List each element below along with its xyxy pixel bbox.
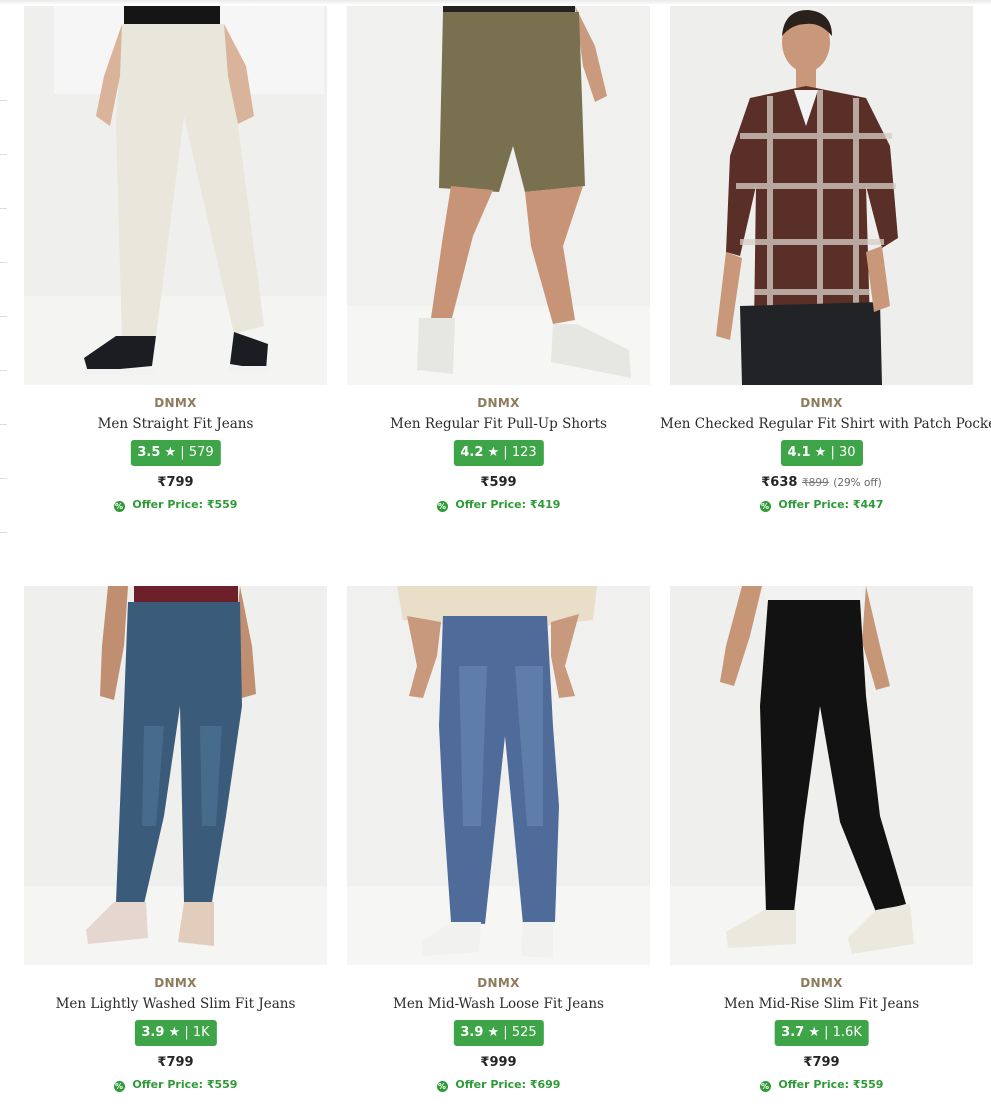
rating-badge: 3.5 ★ | 579: [130, 440, 221, 466]
star-icon: ★: [168, 1025, 181, 1040]
product-image[interactable]: [347, 586, 650, 965]
brand-name[interactable]: DNMX: [347, 396, 650, 410]
price: ₹999: [347, 1055, 650, 1070]
product-title[interactable]: Men Mid-Rise Slim Fit Jeans: [660, 996, 983, 1012]
rating-value: 3.5: [137, 445, 161, 460]
rating-count: 1.6K: [832, 1025, 862, 1040]
selling-price: ₹799: [157, 1055, 194, 1070]
product-card[interactable]: DNMX Men Lightly Washed Slim Fit Jeans 3…: [24, 586, 327, 1106]
product-image[interactable]: [347, 6, 650, 385]
price: ₹799: [24, 1055, 327, 1070]
price: ₹799: [24, 475, 327, 490]
offer-tag-icon: %: [113, 501, 125, 512]
rating-count: 525: [511, 1025, 537, 1040]
rating-count: 1K: [192, 1025, 210, 1040]
product-image[interactable]: [24, 586, 327, 965]
offer-label: Offer Price:: [455, 1078, 526, 1091]
rating-separator: |: [503, 445, 508, 460]
product-card[interactable]: DNMX Men Straight Fit Jeans 3.5 ★ | 579 …: [24, 6, 327, 526]
price: ₹638 ₹899 (29% off): [670, 475, 973, 490]
offer-value: ₹559: [206, 1078, 238, 1091]
offer-price: % Offer Price: ₹559: [24, 1078, 327, 1092]
brand-name[interactable]: DNMX: [347, 976, 650, 990]
product-title[interactable]: Men Lightly Washed Slim Fit Jeans: [14, 996, 337, 1012]
rating-badge: 3.9 ★ | 1K: [134, 1020, 217, 1046]
offer-price: % Offer Price: ₹559: [670, 1078, 973, 1092]
price: ₹799: [670, 1055, 973, 1070]
product-image[interactable]: [670, 6, 973, 385]
product-title[interactable]: Men Regular Fit Pull-Up Shorts: [337, 416, 660, 432]
product-card[interactable]: DNMX Men Mid-Wash Loose Fit Jeans 3.9 ★ …: [347, 586, 650, 1106]
brand-name[interactable]: DNMX: [24, 976, 327, 990]
rating-badge: 3.9 ★ | 525: [453, 1020, 544, 1046]
star-icon: ★: [164, 445, 177, 460]
product-title[interactable]: Men Straight Fit Jeans: [14, 416, 337, 432]
offer-tag-icon: %: [759, 1081, 771, 1092]
rating-separator: |: [830, 445, 835, 460]
discount-percent: (29% off): [833, 477, 882, 489]
rating-separator: |: [184, 1025, 189, 1040]
brand-name[interactable]: DNMX: [670, 976, 973, 990]
rating-value: 3.9: [141, 1025, 165, 1040]
top-divider: [0, 0, 991, 5]
selling-price: ₹799: [803, 1055, 840, 1070]
offer-tag-icon: %: [436, 501, 448, 512]
offer-value: ₹559: [852, 1078, 884, 1091]
product-card[interactable]: DNMX Men Checked Regular Fit Shirt with …: [660, 6, 991, 526]
offer-price: % Offer Price: ₹699: [347, 1078, 650, 1092]
price: ₹599: [347, 475, 650, 490]
offer-value: ₹447: [852, 498, 884, 511]
brand-name[interactable]: DNMX: [670, 396, 973, 410]
star-icon: ★: [814, 445, 827, 460]
offer-tag-icon: %: [759, 501, 771, 512]
offer-tag-icon: %: [113, 1081, 125, 1092]
product-title[interactable]: Men Mid-Wash Loose Fit Jeans: [337, 996, 660, 1012]
rating-value: 3.7: [781, 1025, 805, 1040]
rating-badge: 3.7 ★ | 1.6K: [774, 1020, 869, 1046]
product-card[interactable]: DNMX Men Regular Fit Pull-Up Shorts 4.2 …: [347, 6, 650, 526]
offer-label: Offer Price:: [778, 498, 849, 511]
offer-tag-icon: %: [436, 1081, 448, 1092]
left-edge-ticks: [0, 0, 8, 1099]
selling-price: ₹799: [157, 475, 194, 490]
brand-name[interactable]: DNMX: [24, 396, 327, 410]
offer-value: ₹419: [529, 498, 561, 511]
product-title[interactable]: Men Checked Regular Fit Shirt with Patch…: [660, 416, 991, 432]
rating-count: 579: [188, 445, 214, 460]
rating-count: 123: [511, 445, 537, 460]
offer-value: ₹699: [529, 1078, 561, 1091]
rating-value: 4.2: [460, 445, 484, 460]
rating-separator: |: [180, 445, 185, 460]
offer-label: Offer Price:: [455, 498, 526, 511]
offer-label: Offer Price:: [132, 1078, 203, 1091]
star-icon: ★: [487, 445, 500, 460]
offer-price: % Offer Price: ₹559: [24, 498, 327, 512]
offer-price: % Offer Price: ₹419: [347, 498, 650, 512]
rating-separator: |: [503, 1025, 508, 1040]
offer-label: Offer Price:: [132, 498, 203, 511]
product-card[interactable]: DNMX Men Mid-Rise Slim Fit Jeans 3.7 ★ |…: [670, 586, 973, 1106]
selling-price: ₹999: [480, 1055, 517, 1070]
star-icon: ★: [487, 1025, 500, 1040]
product-image[interactable]: [24, 6, 327, 385]
rating-value: 4.1: [787, 445, 811, 460]
product-image[interactable]: [670, 586, 973, 965]
rating-count: 30: [838, 445, 856, 460]
selling-price: ₹599: [480, 475, 517, 490]
rating-value: 3.9: [460, 1025, 484, 1040]
offer-price: % Offer Price: ₹447: [670, 498, 973, 512]
rating-badge: 4.1 ★ | 30: [780, 440, 863, 466]
offer-value: ₹559: [206, 498, 238, 511]
star-icon: ★: [808, 1025, 820, 1040]
selling-price: ₹638: [761, 475, 798, 490]
offer-label: Offer Price:: [778, 1078, 849, 1091]
rating-separator: |: [824, 1025, 829, 1040]
mrp-price: ₹899: [801, 477, 829, 489]
rating-badge: 4.2 ★ | 123: [453, 440, 544, 466]
